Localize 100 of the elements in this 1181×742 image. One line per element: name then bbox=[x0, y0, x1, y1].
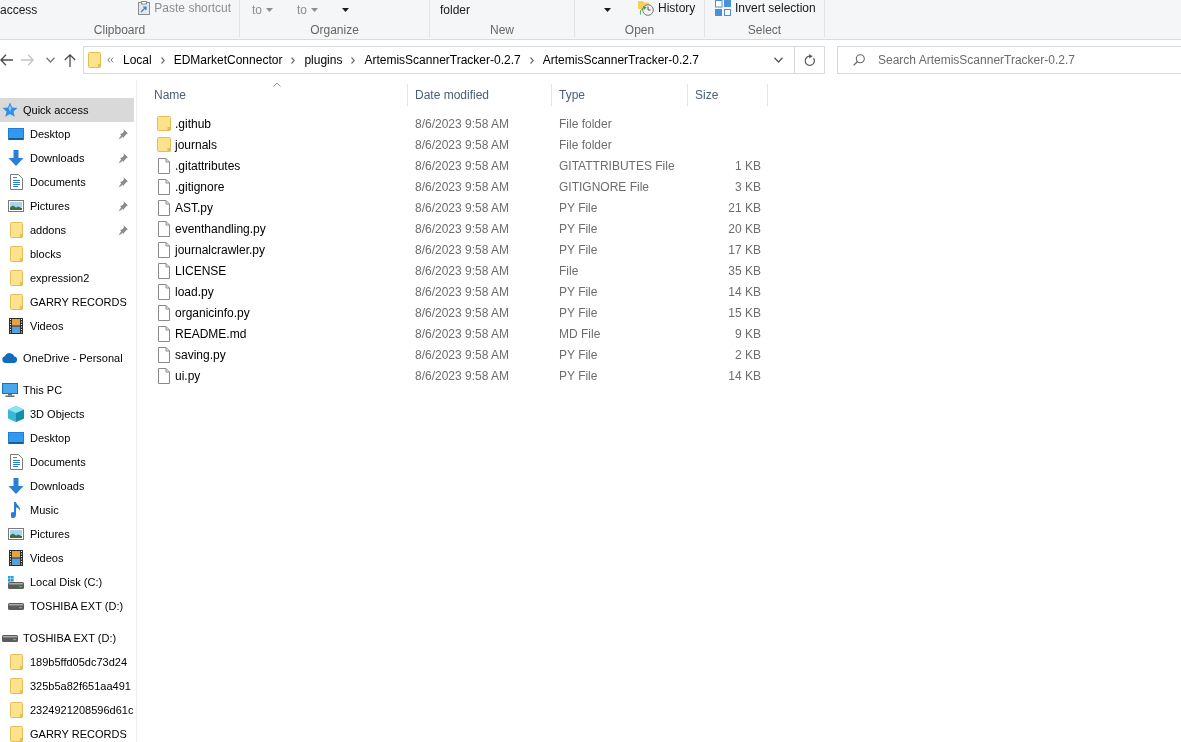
file-name[interactable]: journals bbox=[175, 137, 218, 152]
sidebar-item[interactable]: Desktop bbox=[0, 122, 134, 146]
file-name[interactable]: .github bbox=[175, 116, 212, 131]
file-name[interactable]: journalcrawler.py bbox=[175, 242, 266, 257]
file-name[interactable]: .gitattributes bbox=[175, 158, 241, 173]
file-size: 21 KB bbox=[728, 200, 761, 215]
sidebar-item[interactable]: addons bbox=[0, 218, 134, 242]
folder-icon bbox=[157, 137, 171, 152]
sidebar-item[interactable]: 2324921208596d61c bbox=[0, 698, 134, 722]
breadcrumb[interactable]: Local bbox=[123, 53, 152, 67]
sidebar-item[interactable]: Downloads bbox=[0, 474, 134, 498]
sidebar-item[interactable]: GARRY RECORDS bbox=[0, 290, 134, 314]
ribbon-button[interactable]: Invert selection bbox=[715, 0, 816, 16]
date-modified: 8/6/2023 9:58 AM bbox=[415, 263, 510, 278]
sidebar-item[interactable]: This PC bbox=[0, 378, 134, 402]
file-name[interactable]: LICENSE bbox=[175, 263, 227, 278]
chevron-right-icon[interactable] bbox=[529, 56, 534, 64]
sidebar-item[interactable]: Documents bbox=[0, 170, 134, 194]
picture-icon bbox=[8, 528, 24, 540]
pin-icon[interactable] bbox=[119, 177, 128, 187]
sidebar-item[interactable]: Music bbox=[0, 498, 134, 522]
breadcrumb[interactable]: EDMarketConnector bbox=[173, 53, 283, 67]
pin-icon[interactable] bbox=[119, 153, 128, 163]
column-header[interactable]: Date modified bbox=[408, 84, 552, 106]
date-modified: 8/6/2023 9:58 AM bbox=[415, 326, 510, 341]
chevron-right-icon[interactable] bbox=[291, 56, 296, 64]
file-name[interactable]: AST.py bbox=[175, 200, 213, 215]
sidebar-item[interactable]: TOSHIBA EXT (D:) bbox=[0, 594, 134, 618]
file-name[interactable]: ui.py bbox=[175, 368, 201, 383]
file-name[interactable]: .gitignore bbox=[175, 179, 225, 194]
file-name[interactable]: organicinfo.py bbox=[175, 305, 250, 320]
sidebar-item[interactable]: 325b5a82f651aa491 bbox=[0, 674, 134, 698]
file-icon bbox=[157, 325, 171, 342]
column-header[interactable]: Size bbox=[688, 84, 768, 106]
file-icon bbox=[157, 178, 171, 195]
sidebar-item[interactable]: GARRY RECORDS bbox=[0, 722, 134, 742]
monitor-icon bbox=[8, 432, 24, 444]
folder-icon bbox=[9, 246, 23, 262]
sidebar-item[interactable]: 189b5ffd05dc73d24 bbox=[0, 650, 134, 674]
monitor-icon bbox=[8, 128, 24, 140]
file-name[interactable]: saving.py bbox=[175, 347, 226, 362]
sidebar-item[interactable]: TOSHIBA EXT (D:) bbox=[0, 626, 134, 650]
sidebar-item[interactable]: Videos bbox=[0, 314, 134, 338]
group-label: Select bbox=[746, 23, 783, 37]
folder-icon bbox=[88, 52, 101, 68]
file-name[interactable]: README.md bbox=[175, 326, 247, 341]
sidebar-item[interactable]: expression2 bbox=[0, 266, 134, 290]
file-type: PY File bbox=[559, 200, 598, 215]
file-icon bbox=[157, 220, 171, 237]
file-icon bbox=[157, 283, 171, 300]
folder-icon bbox=[9, 726, 23, 742]
file-icon bbox=[157, 241, 171, 258]
group-label: New bbox=[489, 23, 515, 37]
sidebar-item[interactable]: Local Disk (C:) bbox=[0, 570, 134, 594]
file-size: 14 KB bbox=[728, 284, 761, 299]
column-header[interactable]: Name bbox=[147, 84, 408, 106]
sidebar-item[interactable]: 3D Objects bbox=[0, 402, 134, 426]
chevron-right-icon[interactable] bbox=[351, 56, 356, 64]
sidebar-item[interactable]: Documents bbox=[0, 450, 134, 474]
sidebar-item[interactable]: Pictures bbox=[0, 522, 134, 546]
sidebar-item[interactable]: Videos bbox=[0, 546, 134, 570]
breadcrumb[interactable]: plugins bbox=[304, 53, 343, 67]
sidebar-item[interactable]: Pictures bbox=[0, 194, 134, 218]
back-arrow-icon[interactable] bbox=[0, 54, 13, 66]
chevron-right-icon[interactable] bbox=[160, 56, 165, 64]
column-header[interactable]: Type bbox=[552, 84, 688, 106]
refresh-icon[interactable] bbox=[803, 53, 816, 67]
date-modified: 8/6/2023 9:58 AM bbox=[415, 221, 510, 236]
breadcrumb[interactable]: ArtemisScannerTracker-0.2.7 bbox=[364, 53, 521, 67]
chevron-down-icon[interactable] bbox=[46, 57, 55, 63]
file-type: PY File bbox=[559, 221, 598, 236]
pin-icon[interactable] bbox=[119, 129, 128, 139]
date-modified: 8/6/2023 9:58 AM bbox=[415, 158, 510, 173]
pin-icon[interactable] bbox=[119, 201, 128, 211]
sidebar-item[interactable]: Downloads bbox=[0, 146, 134, 170]
double-chevron-icon[interactable] bbox=[107, 57, 114, 63]
sidebar-item[interactable]: OneDrive - Personal bbox=[0, 346, 134, 370]
sidebar-item[interactable]: Desktop bbox=[0, 426, 134, 450]
pin-icon[interactable] bbox=[119, 225, 128, 235]
date-modified: 8/6/2023 9:58 AM bbox=[415, 284, 510, 299]
file-type: PY File bbox=[559, 305, 598, 320]
sidebar-item[interactable]: blocks bbox=[0, 242, 134, 266]
chevron-down-icon[interactable] bbox=[774, 57, 783, 63]
ribbon-button[interactable]: History bbox=[638, 0, 696, 16]
address-bar[interactable]: Local EDMarketConnector plugins ArtemisScannerTracker-0.2.7 ArtemisScannerTracker-0.2.7 bbox=[83, 46, 825, 74]
file-icon bbox=[157, 346, 171, 363]
music-note-icon bbox=[11, 502, 21, 518]
file-name[interactable]: load.py bbox=[175, 284, 214, 299]
search-field[interactable]: Search ArtemisScannerTracker-0.2.7 bbox=[837, 46, 1181, 74]
ribbon-button[interactable]: folder bbox=[440, 3, 471, 17]
sidebar-item[interactable]: Quick access bbox=[0, 98, 134, 122]
down-arrow-icon bbox=[8, 478, 24, 494]
up-arrow-icon[interactable] bbox=[64, 53, 76, 67]
file-size: 14 KB bbox=[728, 368, 761, 383]
ribbon-button[interactable]: access bbox=[0, 3, 38, 17]
breadcrumb[interactable]: ArtemisScannerTracker-0.2.7 bbox=[542, 53, 699, 67]
date-modified: 8/6/2023 9:58 AM bbox=[415, 200, 510, 215]
file-type: PY File bbox=[559, 368, 598, 383]
file-name[interactable]: eventhandling.py bbox=[175, 221, 266, 236]
file-size: 15 KB bbox=[728, 305, 761, 320]
